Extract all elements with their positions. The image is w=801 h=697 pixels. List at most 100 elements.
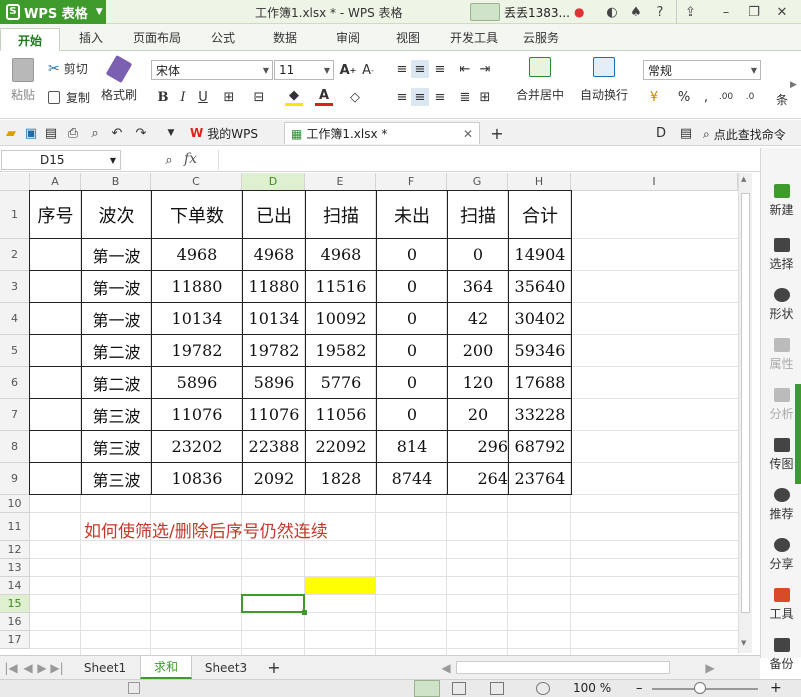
vertical-scrollbar[interactable]: ▲ ▼: [738, 173, 752, 653]
table-cell[interactable]: [29, 334, 82, 367]
table-cell[interactable]: 17688: [508, 366, 572, 399]
row-header[interactable]: 9: [0, 463, 30, 495]
table-cell[interactable]: 120: [447, 366, 509, 399]
tab-workbook[interactable]: ▦ 工作簿1.xlsx * ✕: [284, 122, 480, 144]
clear-format-icon[interactable]: ◇: [346, 88, 364, 106]
sheet-tab[interactable]: Sheet3: [192, 656, 260, 679]
column-header[interactable]: D: [242, 173, 305, 191]
column-header[interactable]: G: [447, 173, 508, 191]
row-header[interactable]: 14: [0, 577, 30, 595]
table-cell[interactable]: 第三波: [81, 462, 152, 495]
sidebar-item-shapes[interactable]: 形状: [761, 288, 801, 322]
page-break-view-icon[interactable]: [490, 682, 504, 695]
user-account[interactable]: 丢丢1383... ●: [470, 2, 584, 22]
conditional-format-button[interactable]: 条: [776, 91, 788, 108]
fill-handle[interactable]: [302, 610, 307, 615]
table-cell[interactable]: 264: [447, 462, 509, 495]
chevron-down-icon[interactable]: ▼: [162, 124, 180, 142]
column-header[interactable]: C: [151, 173, 242, 191]
select-all-corner[interactable]: [0, 173, 30, 191]
restore-button[interactable]: ❐: [740, 0, 768, 24]
header-cell[interactable]: 扫描: [447, 190, 509, 239]
table-cell[interactable]: 0: [447, 238, 509, 271]
table-cell[interactable]: 1828: [305, 462, 377, 495]
table-cell[interactable]: 20: [447, 398, 509, 431]
redo-icon[interactable]: ↷: [132, 124, 150, 142]
cell-format-icon[interactable]: ⊟: [250, 88, 268, 106]
table-cell[interactable]: 第一波: [81, 270, 152, 303]
next-sheet-icon[interactable]: ▶: [36, 656, 48, 679]
active-cell[interactable]: [241, 594, 307, 615]
table-cell[interactable]: 第三波: [81, 430, 152, 463]
sidebar-item-tools[interactable]: 工具: [761, 588, 801, 622]
justify-icon[interactable]: ≣: [456, 88, 474, 106]
header-cell[interactable]: 已出: [242, 190, 306, 239]
table-cell[interactable]: 200: [447, 334, 509, 367]
minimize-button[interactable]: –: [712, 0, 740, 24]
spreadsheet-grid[interactable]: A B C D E F G H I 1 2 3 4 5 6 7 8 9 10 1…: [0, 173, 738, 655]
table-cell[interactable]: [29, 302, 82, 335]
print-icon[interactable]: ⎙: [64, 124, 82, 142]
table-cell[interactable]: 10092: [305, 302, 377, 335]
table-cell[interactable]: 10134: [242, 302, 306, 335]
scroll-right-icon[interactable]: ▶: [704, 656, 716, 679]
preview-icon[interactable]: ⌕: [86, 124, 104, 142]
table-cell[interactable]: [29, 366, 82, 399]
sheet-tab[interactable]: Sheet1: [70, 656, 140, 679]
scroll-left-icon[interactable]: ◀: [440, 656, 452, 679]
table-cell[interactable]: 4968: [242, 238, 306, 271]
table-cell[interactable]: 11076: [242, 398, 306, 431]
row-header[interactable]: 2: [0, 239, 30, 271]
table-cell[interactable]: 22092: [305, 430, 377, 463]
doc-icon[interactable]: D: [652, 124, 670, 142]
tab-review[interactable]: 审阅: [336, 29, 360, 46]
print-preview-icon[interactable]: ▤: [42, 124, 60, 142]
row-header[interactable]: 8: [0, 431, 30, 463]
table-cell[interactable]: 14904: [508, 238, 572, 271]
share-icon[interactable]: ⇪: [676, 0, 704, 24]
borders-icon[interactable]: ⊞: [220, 88, 238, 106]
align-bottom-icon[interactable]: ≡: [431, 60, 449, 78]
align-left-icon[interactable]: ≡: [393, 88, 411, 106]
ribbon-scroll-icon[interactable]: ▶: [790, 80, 797, 90]
sheet-status-icon[interactable]: [128, 682, 140, 694]
row-header[interactable]: 7: [0, 399, 30, 431]
comma-icon[interactable]: ,: [697, 88, 715, 106]
save-icon[interactable]: ▣: [22, 124, 40, 142]
font-name-select[interactable]: 宋体 ▼: [151, 60, 273, 80]
table-cell[interactable]: 0: [376, 334, 448, 367]
tab-home[interactable]: 开始: [0, 28, 60, 51]
table-cell[interactable]: 0: [376, 302, 448, 335]
table-cell[interactable]: 19782: [242, 334, 306, 367]
tab-developer[interactable]: 开发工具: [450, 29, 498, 46]
table-cell[interactable]: 第一波: [81, 238, 152, 271]
cut-button[interactable]: ✂ 剪切: [48, 60, 88, 77]
table-cell[interactable]: 第二波: [81, 366, 152, 399]
page-layout-view-icon[interactable]: [452, 682, 466, 695]
align-right-icon[interactable]: ≡: [431, 88, 449, 106]
table-cell[interactable]: 4968: [305, 238, 377, 271]
merge-center-button[interactable]: 合并居中: [508, 57, 572, 107]
table-cell[interactable]: 364: [447, 270, 509, 303]
zoom-slider-knob[interactable]: [694, 682, 706, 694]
row-header[interactable]: 5: [0, 335, 30, 367]
header-cell[interactable]: 序号: [29, 190, 82, 239]
table-cell[interactable]: 23202: [151, 430, 243, 463]
font-size-select[interactable]: 11 ▼: [274, 60, 334, 80]
row-header[interactable]: 11: [0, 513, 30, 541]
sheet-tab-active[interactable]: 求和: [140, 656, 192, 679]
align-top-icon[interactable]: ≡: [393, 60, 411, 78]
zoom-in-icon[interactable]: +: [770, 680, 782, 696]
open-folder-icon[interactable]: ▰: [2, 124, 20, 142]
indent-decrease-icon[interactable]: ⇤: [456, 60, 474, 78]
table-cell[interactable]: 5896: [151, 366, 243, 399]
shrink-font-button[interactable]: A-: [359, 61, 377, 79]
table-cell[interactable]: 11056: [305, 398, 377, 431]
scroll-down-icon[interactable]: ▼: [741, 639, 746, 647]
tab-view[interactable]: 视图: [396, 29, 420, 46]
zoom-search-icon[interactable]: ⌕: [160, 151, 178, 169]
first-sheet-icon[interactable]: |◀: [4, 656, 18, 679]
distribute-icon[interactable]: ⊞: [476, 88, 494, 106]
table-cell[interactable]: 23764: [508, 462, 572, 495]
table-cell[interactable]: 4968: [151, 238, 243, 271]
